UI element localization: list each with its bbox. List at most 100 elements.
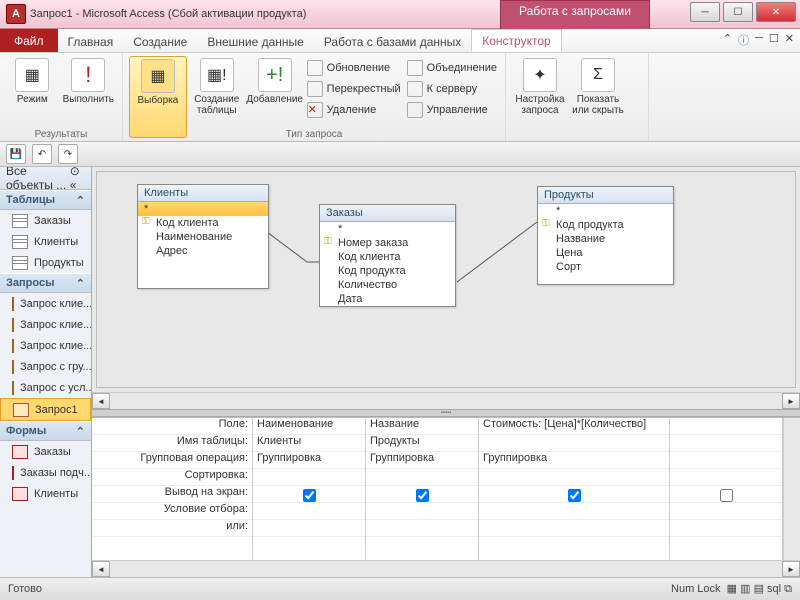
mdi-restore-icon[interactable]: ☐ — [769, 32, 779, 48]
grid-cell[interactable] — [479, 503, 669, 520]
mdi-minimize-icon[interactable]: ─ — [755, 32, 763, 48]
scroll-left-icon[interactable]: ◄ — [92, 393, 110, 409]
tab-dbtools[interactable]: Работа с базами данных — [314, 31, 471, 52]
grid-cell[interactable]: Продукты — [366, 435, 478, 452]
show-hide-button[interactable]: ΣПоказать или скрыть — [570, 56, 626, 138]
grid-cell[interactable] — [670, 435, 782, 452]
scroll-right-icon[interactable]: ► — [782, 393, 800, 409]
maketable-button[interactable]: ▦!Создание таблицы — [189, 56, 245, 138]
tbox-field[interactable]: Код клиента — [320, 250, 455, 264]
grid-cell[interactable] — [366, 520, 478, 537]
grid-cell[interactable]: Стоимость: [Цена]*[Количество] — [479, 418, 669, 435]
grid-cell[interactable] — [366, 486, 478, 503]
grid-vscroll[interactable] — [783, 418, 800, 560]
grid-cell[interactable]: Группировка — [366, 452, 478, 469]
passthrough-button[interactable]: К серверу — [407, 79, 497, 99]
close-button[interactable]: ✕ — [756, 2, 796, 22]
grid-cell[interactable]: Группировка — [479, 452, 669, 469]
grid-cell[interactable]: Название — [366, 418, 478, 435]
run-button[interactable]: !Выполнить — [61, 56, 116, 138]
append-button[interactable]: +!Добавление — [247, 56, 303, 138]
nav-item-query[interactable]: Запрос клие... — [0, 335, 91, 356]
grid-cell[interactable]: Группировка — [253, 452, 365, 469]
tbox-field[interactable]: Дата — [320, 292, 455, 306]
tab-design[interactable]: Конструктор — [471, 29, 561, 52]
datadef-button[interactable]: Управление — [407, 100, 497, 120]
tbox-star[interactable]: * — [538, 204, 673, 218]
nav-item-query[interactable]: Запрос1 — [0, 398, 91, 421]
tbox-star[interactable]: * — [138, 202, 268, 216]
view-button[interactable]: ▦Режим — [6, 56, 59, 138]
tbox-field[interactable]: Наименование — [138, 230, 268, 244]
tbox-header[interactable]: Заказы — [320, 205, 455, 222]
nav-item-query[interactable]: Запрос с усл... — [0, 377, 91, 398]
grid-hscroll[interactable]: ◄► — [92, 560, 800, 577]
grid-cell[interactable] — [253, 503, 365, 520]
table-box-clients[interactable]: Клиенты * Код клиента Наименование Адрес — [137, 184, 269, 289]
nav-item-table[interactable]: Клиенты — [0, 231, 91, 252]
grid-cell[interactable] — [479, 520, 669, 537]
grid-column[interactable]: НазваниеПродуктыГруппировка — [366, 418, 479, 560]
nav-item-form[interactable]: Клиенты — [0, 483, 91, 504]
nav-item-form[interactable]: Заказы — [0, 441, 91, 462]
update-button[interactable]: Обновление — [307, 58, 401, 78]
save-icon[interactable]: 💾 — [6, 144, 26, 164]
grid-column[interactable] — [670, 418, 783, 560]
show-checkbox[interactable] — [416, 489, 429, 502]
tbox-field[interactable]: Код клиента — [138, 216, 268, 230]
tbox-field[interactable]: Номер заказа — [320, 236, 455, 250]
show-checkbox[interactable] — [303, 489, 316, 502]
grid-cell[interactable] — [253, 520, 365, 537]
tbox-field[interactable]: Код продукта — [320, 264, 455, 278]
grid-cell[interactable] — [479, 469, 669, 486]
ribbon-minimize-icon[interactable]: ⌃ — [723, 32, 732, 48]
grid-cell[interactable] — [253, 486, 365, 503]
maximize-button[interactable]: ☐ — [723, 2, 753, 22]
splitter[interactable]: ▪▪▪▪▪ — [92, 409, 800, 417]
grid-cell[interactable]: Клиенты — [253, 435, 365, 452]
grid-cell[interactable] — [253, 469, 365, 486]
grid-cell[interactable] — [479, 435, 669, 452]
grid-cell[interactable] — [366, 469, 478, 486]
grid-cell[interactable] — [366, 503, 478, 520]
grid-cell[interactable] — [670, 486, 782, 503]
mdi-close-icon[interactable]: ✕ — [785, 32, 794, 48]
file-tab[interactable]: Файл — [0, 29, 58, 52]
chevron-down-icon[interactable]: ⊙ « — [70, 167, 85, 192]
query-setup-button[interactable]: ✦Настройка запроса — [512, 56, 568, 138]
tab-home[interactable]: Главная — [58, 31, 124, 52]
help-icon[interactable]: ⓘ — [738, 32, 749, 48]
nav-item-query[interactable]: Запрос клие... — [0, 293, 91, 314]
undo-icon[interactable]: ↶ — [32, 144, 52, 164]
table-box-products[interactable]: Продукты * Код продукта Название Цена Со… — [537, 186, 674, 285]
tbox-field[interactable]: Адрес — [138, 244, 268, 258]
table-box-orders[interactable]: Заказы * Номер заказа Код клиента Код пр… — [319, 204, 456, 307]
grid-column[interactable]: НаименованиеКлиентыГруппировка — [253, 418, 366, 560]
nav-item-form[interactable]: Заказы подч... — [0, 462, 91, 483]
grid-cell[interactable] — [670, 418, 782, 435]
query-grid[interactable]: Поле: Имя таблицы: Групповая операция: С… — [92, 417, 800, 560]
select-query-button[interactable]: ▦Выборка — [129, 56, 187, 138]
minimize-button[interactable]: ─ — [690, 2, 720, 22]
nav-cat-queries[interactable]: Запросы⌃ — [0, 273, 91, 293]
nav-item-table[interactable]: Продукты — [0, 252, 91, 273]
grid-column[interactable]: Стоимость: [Цена]*[Количество] Группировк… — [479, 418, 670, 560]
union-button[interactable]: Объединение — [407, 58, 497, 78]
table-diagram-area[interactable]: Клиенты * Код клиента Наименование Адрес… — [96, 171, 796, 388]
redo-icon[interactable]: ↷ — [58, 144, 78, 164]
grid-cell[interactable] — [670, 503, 782, 520]
diagram-hscroll[interactable]: ◄► — [92, 392, 800, 409]
view-buttons[interactable]: ▦ ▥ ▤ sql ⧉ — [727, 583, 792, 595]
tbox-header[interactable]: Клиенты — [138, 185, 268, 202]
tab-external[interactable]: Внешние данные — [197, 31, 314, 52]
tbox-field[interactable]: Количество — [320, 278, 455, 292]
nav-item-table[interactable]: Заказы — [0, 210, 91, 231]
tbox-field[interactable]: Название — [538, 232, 673, 246]
scroll-right-icon[interactable]: ► — [782, 561, 800, 577]
grid-cell[interactable] — [670, 520, 782, 537]
show-checkbox[interactable] — [720, 489, 733, 502]
nav-header[interactable]: Все объекты ...⊙ « — [0, 167, 91, 190]
nav-item-query[interactable]: Запрос с гру... — [0, 356, 91, 377]
nav-item-query[interactable]: Запрос клие... — [0, 314, 91, 335]
show-checkbox[interactable] — [568, 489, 581, 502]
